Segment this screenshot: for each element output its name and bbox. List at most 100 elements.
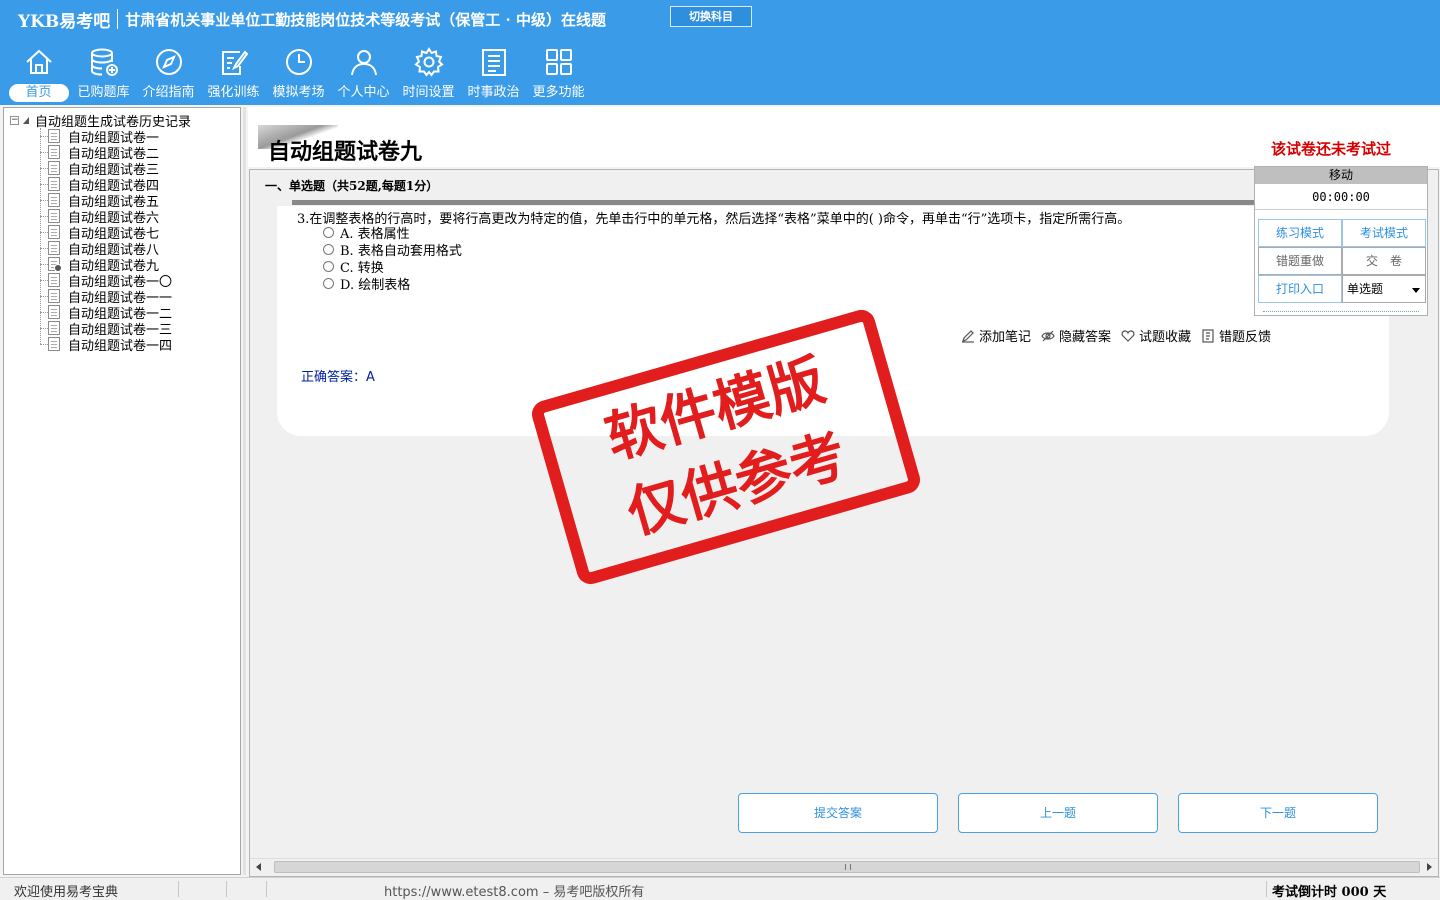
document-icon: [48, 145, 60, 159]
nav-mock-label: 模拟考场: [272, 85, 325, 100]
option-b-radio[interactable]: [323, 244, 334, 255]
nav-personal[interactable]: 个人中心: [331, 46, 396, 104]
add-note-tool[interactable]: 添加笔记: [961, 326, 1031, 345]
question-type-select[interactable]: 单选题: [1342, 275, 1426, 303]
section-divider: [292, 200, 1295, 205]
option-a-radio[interactable]: [323, 227, 334, 238]
nav-purchased-bank[interactable]: 已购题库: [71, 46, 136, 104]
heart-icon: [1121, 329, 1135, 342]
panel-splitter[interactable]: [243, 107, 246, 875]
question-tools: 添加笔记 隐藏答案 试题收藏 错题反馈: [961, 326, 1281, 345]
tree-branch-line: [40, 343, 48, 345]
exam-status-text: 该试卷还未考试过: [1271, 140, 1392, 158]
option-c[interactable]: C. 转换: [323, 258, 462, 276]
tree-branch-line: [40, 199, 48, 201]
tree-branch-line: [40, 247, 48, 249]
practice-mode-button[interactable]: 练习模式: [1258, 219, 1342, 247]
option-d[interactable]: D. 绘制表格: [323, 275, 462, 293]
nav-personal-label: 个人中心: [337, 85, 390, 100]
tree-branch-line: [40, 215, 48, 217]
document-icon: [48, 321, 60, 335]
tree-branch-line: [40, 327, 48, 329]
clock-icon: [285, 49, 312, 75]
edit-icon: [221, 50, 248, 75]
switch-subject-button[interactable]: 切换科目: [670, 6, 752, 27]
nav-time-label: 时间设置: [402, 85, 455, 100]
document-icon: [48, 161, 60, 175]
option-c-radio[interactable]: [323, 261, 334, 272]
options-list: A. 表格属性 B. 表格自动套用格式 C. 转换 D. 绘制表格: [323, 224, 462, 293]
hide-answer-label: 隐藏答案: [1059, 330, 1112, 345]
print-button[interactable]: 打印入口: [1258, 275, 1342, 303]
correct-answer-value: A: [366, 370, 375, 385]
nav-affairs-label: 时事政治: [467, 85, 520, 100]
paper-title: 自动组题试卷九: [268, 139, 423, 165]
nav-mock-exam[interactable]: 模拟考场: [266, 46, 331, 104]
paper-history-tree: − 自动组题生成试卷历史记录 自动组题试卷一 自动组题试卷二 自动组题试卷三 自动组题…: [3, 107, 241, 875]
feedback-label: 错题反馈: [1219, 330, 1272, 345]
main-nav: 首页 已购题库 介绍指南 强化训练 模拟考场 个人中心 时间设置 时事政治 更多…: [6, 46, 591, 104]
document-icon: [48, 193, 60, 207]
tree-item[interactable]: 自动组题试卷一四: [40, 336, 172, 354]
document-icon: [48, 305, 60, 319]
favorite-label: 试题收藏: [1139, 330, 1192, 345]
status-url: https://www.etest8.com – 易考吧版权所有: [384, 885, 645, 900]
tree-branch-line: [40, 311, 48, 313]
redo-wrong-button[interactable]: 错题重做: [1258, 247, 1342, 275]
brand-logo: YKB易考吧: [18, 11, 111, 32]
nav-more-label: 更多功能: [532, 85, 585, 100]
option-b[interactable]: B. 表格自动套用格式: [323, 241, 462, 259]
panel-footer: [1263, 311, 1419, 315]
exam-timer: 00:00:00: [1255, 184, 1427, 210]
tree-branch-line: [40, 263, 48, 265]
news-icon: [481, 49, 506, 76]
tree-collapse-toggle[interactable]: −: [10, 115, 19, 125]
status-welcome: 欢迎使用易考宝典: [14, 885, 119, 900]
option-a[interactable]: A. 表格属性: [323, 224, 462, 242]
nav-training[interactable]: 强化训练: [201, 46, 266, 104]
nav-current-affairs[interactable]: 时事政治: [461, 46, 526, 104]
status-divider: [226, 881, 227, 897]
database-icon: [90, 48, 118, 76]
nav-guide[interactable]: 介绍指南: [136, 46, 201, 104]
tree-branch-line: [40, 183, 48, 185]
nav-purchased-label: 已购题库: [77, 85, 130, 100]
panel-move-handle[interactable]: 移动: [1255, 167, 1427, 184]
feedback-icon: [1202, 328, 1214, 343]
document-icon: [48, 273, 60, 287]
exam-control-panel: 移动 00:00:00 练习模式 考试模式 错题重做 交 卷 打印入口 单选题: [1254, 166, 1428, 316]
prev-question-button[interactable]: 上一题: [958, 793, 1158, 833]
favorite-tool[interactable]: 试题收藏: [1121, 326, 1191, 345]
status-divider: [178, 881, 179, 897]
submit-answer-button[interactable]: 提交答案: [738, 793, 938, 833]
document-icon: [48, 209, 60, 223]
tree-branch-line: [40, 279, 48, 281]
add-note-label: 添加笔记: [979, 330, 1032, 345]
option-d-label: D. 绘制表格: [340, 278, 411, 293]
document-icon: [48, 337, 60, 351]
exam-countdown: 考试倒计时 000 天: [1272, 885, 1387, 900]
status-bar: 欢迎使用易考宝典 https://www.etest8.com – 易考吧版权所…: [0, 877, 1440, 900]
scroll-thumb[interactable]: [274, 861, 1420, 873]
paper-header: 自动组题试卷九 该试卷还未考试过: [248, 107, 1440, 167]
home-icon: [25, 49, 52, 74]
next-question-button[interactable]: 下一题: [1178, 793, 1378, 833]
tree-branch-line: [40, 295, 48, 297]
option-d-radio[interactable]: [323, 278, 334, 289]
tree-branch-line: [40, 151, 48, 153]
status-divider: [266, 881, 267, 897]
submit-paper-button[interactable]: 交 卷: [1342, 247, 1426, 275]
correct-answer-label: 正确答案：: [301, 370, 367, 385]
tree-items: 自动组题试卷一 自动组题试卷二 自动组题试卷三 自动组题试卷四 自动组题试卷五 自动组题试…: [40, 128, 172, 354]
exam-mode-button[interactable]: 考试模式: [1342, 219, 1426, 247]
panel-buttons: 练习模式 考试模式 错题重做 交 卷 打印入口 单选题: [1258, 219, 1426, 303]
nav-more[interactable]: 更多功能: [526, 46, 591, 104]
document-icon: [48, 257, 62, 272]
scroll-left-arrow[interactable]: [256, 863, 261, 871]
horizontal-scrollbar[interactable]: [250, 858, 1438, 875]
hide-answer-tool[interactable]: 隐藏答案: [1041, 326, 1111, 345]
scroll-right-arrow[interactable]: [1427, 863, 1432, 871]
nav-time-settings[interactable]: 时间设置: [396, 46, 461, 104]
feedback-tool[interactable]: 错题反馈: [1201, 326, 1271, 345]
nav-home[interactable]: 首页: [6, 46, 71, 104]
